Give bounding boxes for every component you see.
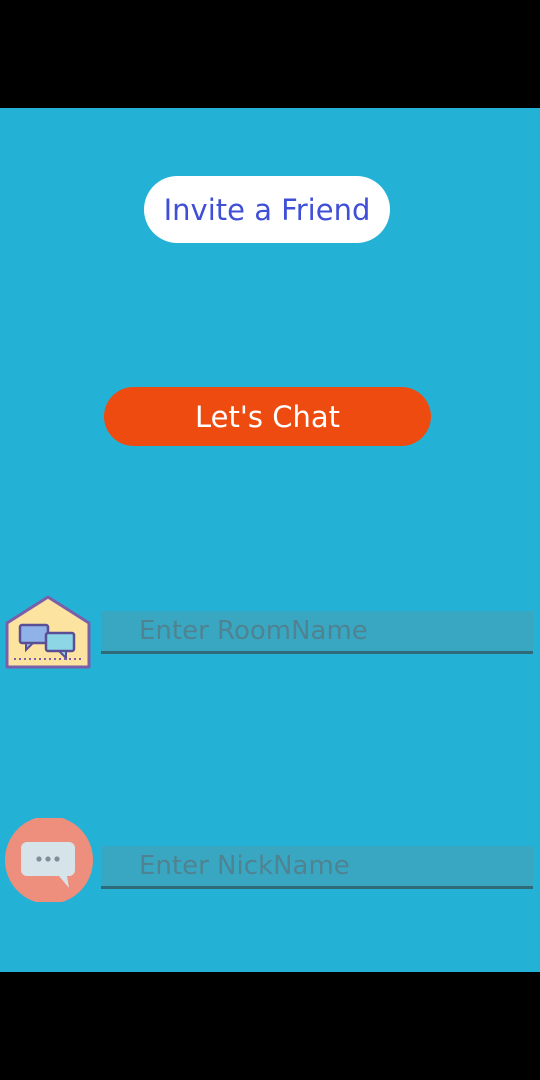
invite-friend-label: Invite a Friend xyxy=(163,192,371,227)
nick-name-input[interactable] xyxy=(101,846,533,889)
letterbox-top xyxy=(0,0,540,108)
room-name-input[interactable] xyxy=(101,611,533,654)
house-chat-icon xyxy=(5,595,91,669)
letterbox-bottom xyxy=(0,972,540,1080)
nick-name-row xyxy=(0,816,540,906)
main-screen: Invite a Friend Let's Chat xyxy=(0,108,540,972)
room-name-row xyxy=(0,593,540,683)
lets-chat-label: Let's Chat xyxy=(195,399,340,434)
invite-friend-button[interactable]: Invite a Friend xyxy=(144,176,390,243)
chat-bubble-icon xyxy=(5,818,93,902)
lets-chat-button[interactable]: Let's Chat xyxy=(104,387,431,446)
